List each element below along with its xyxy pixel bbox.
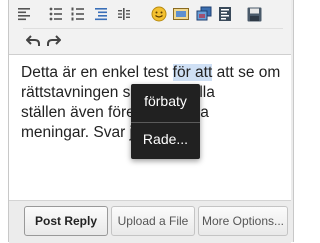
code-icon[interactable] (214, 3, 236, 25)
bullet-list-icon[interactable] (45, 3, 67, 25)
redo-icon[interactable] (43, 30, 65, 52)
emoji-icon[interactable] (148, 3, 170, 25)
editor-text-before: Detta är en enkel test (21, 64, 173, 81)
spelling-suggestion[interactable]: förbaty (131, 93, 200, 109)
post-reply-button[interactable]: Post Reply (24, 206, 108, 236)
more-options-button[interactable]: More Options... (198, 206, 288, 236)
outdent-icon[interactable] (113, 3, 135, 25)
spellcheck-context-menu: förbaty Rade... (131, 84, 200, 159)
menu-divider (131, 122, 200, 123)
indent-icon[interactable] (90, 3, 112, 25)
delete-option[interactable]: Rade... (131, 131, 200, 147)
numbered-list-icon[interactable] (67, 3, 89, 25)
image-icon[interactable] (170, 3, 192, 25)
toolbar-divider (23, 28, 283, 29)
formatting-toolbar (9, 0, 291, 55)
undo-icon[interactable] (22, 30, 44, 52)
gallery-icon[interactable] (193, 3, 215, 25)
selected-word[interactable]: för att (172, 64, 213, 81)
upload-file-button[interactable]: Upload a File (111, 206, 195, 236)
save-icon[interactable] (243, 3, 265, 25)
align-left-icon[interactable] (13, 3, 35, 25)
